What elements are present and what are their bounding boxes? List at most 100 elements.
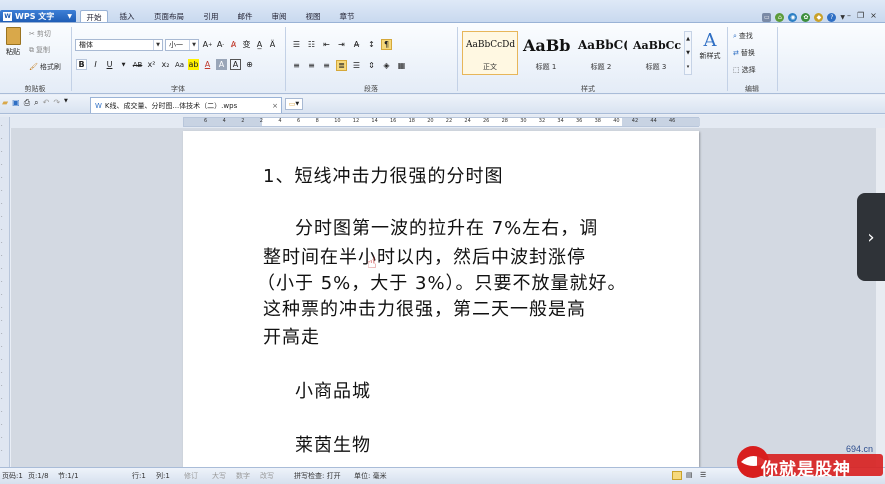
new-style-button[interactable]: A 新样式 — [696, 31, 724, 75]
format-painter-button[interactable]: 🖌 格式刷 — [29, 62, 61, 72]
justify-icon[interactable]: ≣ — [336, 60, 347, 71]
close-icon[interactable]: × — [272, 102, 278, 110]
status-revision[interactable]: 修订 — [184, 471, 198, 481]
line-spacing-icon[interactable]: ⇕ — [366, 60, 377, 71]
styles-scroll[interactable]: ▲ ▼ ▾ — [684, 31, 692, 75]
bold-icon[interactable]: B — [76, 59, 87, 70]
vruler-tick: · — [1, 266, 3, 272]
char-border-icon[interactable]: A̲ — [254, 39, 265, 50]
align-center-icon[interactable]: ≡ — [306, 60, 317, 71]
open-icon[interactable]: ▰ — [2, 98, 8, 108]
chevron-down-icon[interactable]: ▼ — [64, 98, 68, 108]
window-icon[interactable]: ▭ — [762, 12, 772, 22]
char-box-icon[interactable]: A — [230, 59, 241, 70]
border-icon[interactable]: ▦ — [396, 60, 407, 71]
chevron-down-icon[interactable]: ▼ — [686, 50, 690, 56]
char-bg-icon[interactable]: A — [216, 59, 227, 70]
ruler-tick: 4 — [222, 118, 226, 124]
close-icon[interactable]: × — [870, 11, 877, 21]
find-label: 查找 — [738, 32, 753, 40]
restore-icon[interactable]: ❐ — [857, 11, 864, 21]
vertical-ruler[interactable]: · · · · · · · · · · · · · · · · · · · · · · · · · · — [0, 117, 10, 467]
web-view-icon[interactable]: ▤ — [686, 471, 693, 479]
next-page-arrow-icon[interactable]: › — [857, 193, 885, 281]
phonetic-icon[interactable]: 变 — [241, 39, 252, 50]
style-heading-3[interactable]: AaBbCc 标题 3 — [629, 31, 683, 75]
page-view-icon[interactable] — [672, 471, 682, 480]
font-color-icon[interactable]: A — [202, 59, 213, 70]
chevron-down-icon: ▼ — [189, 40, 198, 50]
horizontal-ruler[interactable]: 6 4 2 2 4 6 8 10 12 14 16 18 20 22 24 26 28 30 32 34 36 38 40 4… — [183, 117, 700, 127]
ruler-tick: 20 — [427, 118, 434, 124]
increase-indent-icon[interactable]: ⇥ — [336, 39, 347, 50]
more-icon[interactable]: ▾ — [687, 64, 690, 70]
numbering-icon[interactable]: ☷ — [306, 39, 317, 50]
style-normal[interactable]: AaBbCcDd 正文 — [462, 31, 518, 75]
print-preview-icon[interactable]: ⌕ — [34, 98, 38, 108]
outline-view-icon[interactable]: ☰ — [700, 471, 706, 479]
highlight-icon[interactable]: ab — [188, 59, 199, 70]
save-icon[interactable]: ▣ — [12, 98, 20, 108]
globe-icon[interactable]: ◉ — [788, 12, 798, 22]
copy-icon: ⧉ — [29, 45, 34, 54]
change-case-icon[interactable]: Aa — [174, 59, 185, 70]
home-icon[interactable]: ⌂ — [775, 12, 785, 22]
char-shading-icon[interactable]: Ä — [267, 39, 278, 50]
italic-icon[interactable]: I — [90, 59, 101, 70]
skin-icon[interactable]: ◆ — [814, 12, 824, 22]
align-right-icon[interactable]: ≡ — [321, 60, 332, 71]
clear-format-icon[interactable]: A̷ — [228, 39, 239, 50]
subscript-icon[interactable]: x₂ — [160, 59, 171, 70]
shrink-font-icon[interactable]: A- — [215, 39, 226, 50]
document-page[interactable]: 1、短线冲击力很强的分时图 分时图第一波的拉升在 7%左右，调 整时间在半小时以… — [183, 131, 699, 467]
cut-label: 剪切 — [36, 30, 51, 38]
status-overwrite[interactable]: 改写 — [260, 471, 274, 481]
vruler-tick: · — [1, 344, 3, 350]
ruler-tick: 36 — [576, 118, 583, 124]
status-spell-check[interactable]: 拼写检查: 打开 — [294, 471, 341, 481]
vruler-tick: · — [1, 357, 3, 363]
styles-group-label: 样式 — [581, 85, 595, 93]
distributed-icon[interactable]: ☰ — [351, 60, 362, 71]
vertical-scrollbar[interactable] — [876, 128, 885, 467]
minimize-icon[interactable]: – — [847, 11, 851, 21]
chevron-down-icon[interactable]: ▼ — [118, 59, 129, 70]
replace-button[interactable]: ⇄ 替换 — [733, 48, 755, 58]
show-marks-icon[interactable]: ¶ — [381, 39, 392, 50]
font-name-select[interactable]: 楷体 ▼ — [75, 39, 163, 51]
find-button[interactable]: ⌕ 查找 — [733, 31, 753, 41]
redo-icon[interactable]: ↷ — [53, 98, 60, 108]
paste-button[interactable]: 粘贴 — [3, 27, 23, 67]
font-size-select[interactable]: 小一 ▼ — [165, 39, 199, 51]
style-heading-2[interactable]: AaBbC( 标题 2 — [574, 31, 628, 75]
chevron-up-icon[interactable]: ▲ — [686, 36, 690, 42]
grow-font-icon[interactable]: A + — [202, 39, 213, 50]
help-icon[interactable]: ? — [827, 12, 837, 22]
shading-icon[interactable]: ◈ — [381, 60, 392, 71]
strikethrough-icon[interactable]: AB — [132, 59, 143, 70]
chinese-layout-icon[interactable]: A̶ — [351, 39, 362, 50]
style-heading-1[interactable]: AaBb( 标题 1 — [519, 31, 573, 75]
enclose-icon[interactable]: ⊕ — [244, 59, 255, 70]
chevron-down-icon[interactable]: ▼ — [840, 14, 845, 21]
select-button[interactable]: ⬚ 选择 — [733, 65, 756, 75]
bullets-icon[interactable]: ☰ — [291, 39, 302, 50]
new-tab-button[interactable]: ▭ ▼ — [285, 98, 303, 110]
vruler-tick: · — [1, 136, 3, 142]
sort-icon[interactable]: ↕ — [366, 39, 377, 50]
document-tab[interactable]: W K线、成交量、分时图...体技术（二）.wps × — [90, 97, 282, 113]
print-icon[interactable]: ⎙ — [24, 98, 30, 108]
align-left-icon[interactable]: ≡ — [291, 60, 302, 71]
paragraph-tools-row1: ☰ ☷ ⇤ ⇥ A̶ ↕ ¶ — [291, 39, 392, 50]
paragraph-group-label: 段落 — [364, 85, 378, 93]
undo-icon[interactable]: ↶ — [43, 98, 50, 108]
status-unit[interactable]: 单位: 毫米 — [354, 471, 387, 481]
decrease-indent-icon[interactable]: ⇤ — [321, 39, 332, 50]
superscript-icon[interactable]: x² — [146, 59, 157, 70]
cut-button[interactable]: ✂ 剪切 — [29, 29, 51, 39]
paste-label: 粘贴 — [6, 48, 20, 56]
underline-icon[interactable]: U — [104, 59, 115, 70]
vruler-tick: · — [1, 409, 3, 415]
copy-button[interactable]: ⧉ 复制 — [29, 45, 50, 55]
leaf-icon[interactable]: ✿ — [801, 12, 811, 22]
